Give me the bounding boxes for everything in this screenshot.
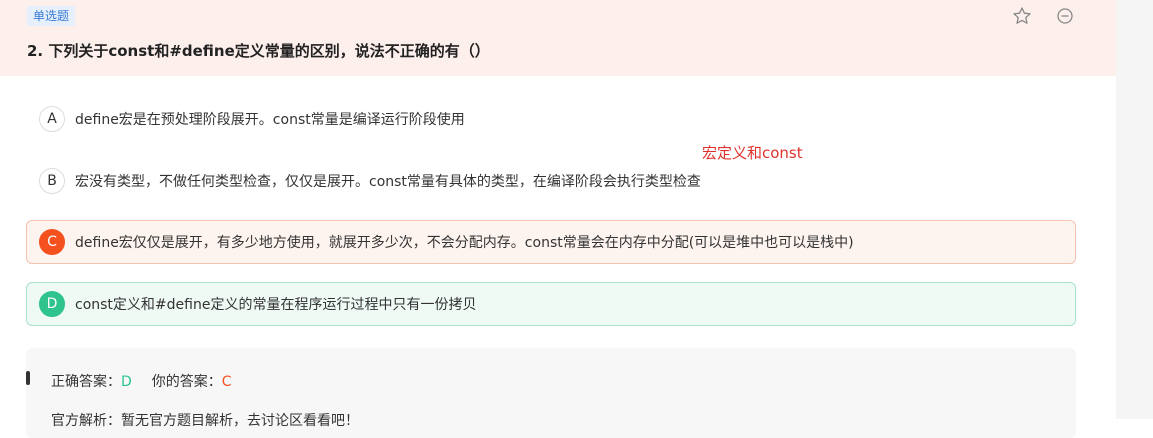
- your-answer-label: 你的答案：: [151, 374, 222, 390]
- official-analysis: 官方解析：暂无官方题目解析，去讨论区看看吧！: [51, 413, 359, 429]
- option-a[interactable]: A define宏是在预处理阶段展开。const常量是编译运行阶段使用: [26, 97, 1076, 141]
- option-b[interactable]: B 宏没有类型，不做任何类型检查，仅仅是展开。const常量有具体的类型，在编译…: [26, 159, 1076, 203]
- question-header: 单选题 2. 下列关于const和#define定义常量的区别，说法不正确的有（…: [0, 0, 1116, 76]
- question-page: 单选题 2. 下列关于const和#define定义常量的区别，说法不正确的有（…: [0, 0, 1116, 438]
- correct-answer-label: 正确答案：: [51, 374, 121, 390]
- option-letter: D: [39, 291, 65, 317]
- option-letter: A: [39, 106, 65, 132]
- question-title: 2. 下列关于const和#define定义常量的区别，说法不正确的有（）: [27, 42, 490, 60]
- question-type-badge: 单选题: [27, 6, 76, 26]
- option-text: const定义和#define定义的常量在程序运行过程中只有一份拷贝: [75, 297, 477, 313]
- right-gutter: [1116, 0, 1153, 419]
- answer-section-marker: [26, 371, 30, 385]
- option-letter: C: [39, 229, 65, 255]
- option-text: 宏没有类型，不做任何类型检查，仅仅是展开。const常量有具体的类型，在编译阶段…: [75, 174, 701, 190]
- option-d-correct[interactable]: D const定义和#define定义的常量在程序运行过程中只有一份拷贝: [26, 282, 1076, 326]
- star-icon[interactable]: [1012, 6, 1032, 26]
- option-letter: B: [39, 168, 65, 194]
- correct-answer-value: D: [121, 374, 132, 390]
- option-c-selected-wrong[interactable]: C define宏仅仅是展开，有多少地方使用，就展开多少次，不会分配内存。con…: [26, 220, 1076, 264]
- minus-circle-icon[interactable]: [1055, 6, 1075, 26]
- answer-summary: 正确答案：D 你的答案：C: [51, 371, 232, 391]
- your-answer-value: C: [221, 374, 232, 390]
- option-text: define宏是在预处理阶段展开。const常量是编译运行阶段使用: [75, 112, 465, 128]
- option-text: define宏仅仅是展开，有多少地方使用，就展开多少次，不会分配内存。const…: [75, 235, 854, 251]
